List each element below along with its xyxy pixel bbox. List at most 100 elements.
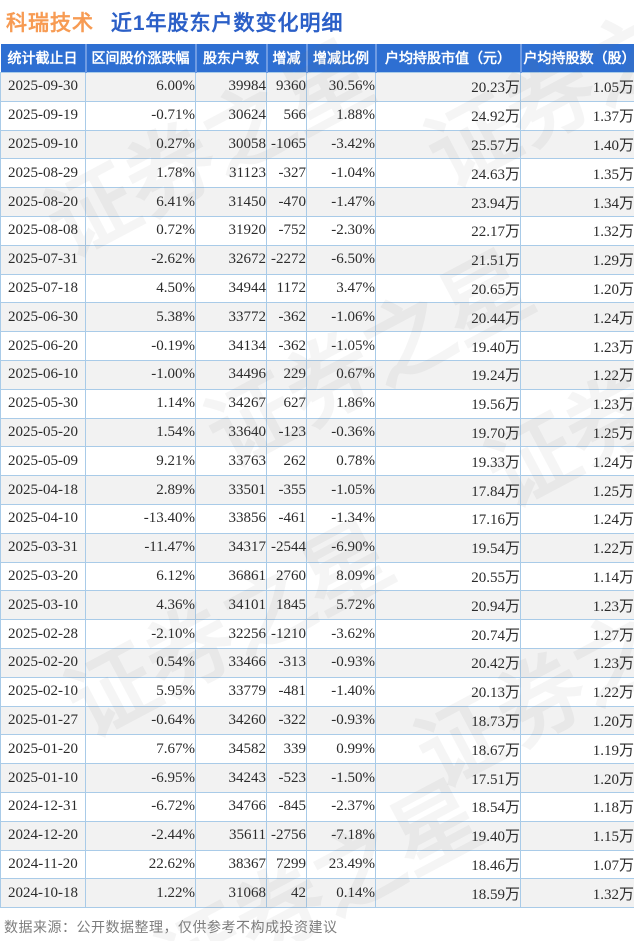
table-row: 2025-02-20 0.54% 33466 -313 -0.93% 20.42万 1.23… <box>0 647 634 678</box>
holders-cell: 33779 <box>195 676 267 707</box>
table-row: 2025-08-29 1.78% 31123 -327 -1.04% 24.63万 1.35… <box>0 158 634 189</box>
avg-shares-cell: 1.25万 <box>520 475 634 505</box>
avg-value-cell: 18.59万 <box>375 878 521 909</box>
table-header: 统计截止日 区间股价涨跌幅 股东户数 增减 增减比例 户均持股市值（元） 户均持股数（股） <box>0 44 634 73</box>
avg-value-cell: 20.44万 <box>375 302 521 333</box>
change-ratio-cell: 30.56% <box>306 72 376 102</box>
change-ratio-cell: 23.49% <box>306 849 376 880</box>
price-change-cell: 1.78% <box>85 158 196 189</box>
avg-value-cell: 18.46万 <box>375 849 521 880</box>
holders-cell: 34317 <box>195 532 267 563</box>
avg-value-cell: 21.51万 <box>375 244 521 275</box>
change-cell: 1845 <box>266 590 307 621</box>
change-ratio-cell: -6.90% <box>306 532 376 563</box>
avg-shares-cell: 1.18万 <box>520 791 634 822</box>
price-change-cell: -1.00% <box>85 359 196 390</box>
avg-shares-cell: 1.34万 <box>520 187 634 217</box>
change-ratio-cell: -2.30% <box>306 215 376 246</box>
change-ratio-cell: -3.62% <box>306 619 376 649</box>
table-row: 2025-09-30 6.00% 39984 9360 30.56% 20.23万 1.05… <box>0 72 634 102</box>
change-ratio-cell: 5.72% <box>306 590 376 621</box>
price-change-cell: -6.95% <box>85 763 196 793</box>
avg-shares-cell: 1.23万 <box>520 331 634 361</box>
avg-shares-cell: 1.20万 <box>520 763 634 793</box>
table-row: 2024-12-31 -6.72% 34766 -845 -2.37% 18.54万 1.1… <box>0 791 634 822</box>
avg-value-cell: 18.67万 <box>375 734 521 765</box>
change-ratio-cell: -2.37% <box>306 791 376 822</box>
holders-cell: 36861 <box>195 561 267 592</box>
page: 证券之星 证券之星 证券之星 证券之星 证券之星 证券之星 证券之星 科瑞技术 … <box>0 0 634 941</box>
date-cell: 2025-07-31 <box>0 244 86 275</box>
change-cell: -327 <box>266 158 307 189</box>
avg-shares-cell: 1.24万 <box>520 446 634 477</box>
table-row: 2025-08-20 6.41% 31450 -470 -1.47% 23.94万 1.34… <box>0 187 634 217</box>
price-change-cell: 22.62% <box>85 849 196 880</box>
change-cell: -1210 <box>266 619 307 649</box>
avg-value-cell: 19.54万 <box>375 532 521 563</box>
price-change-cell: -0.71% <box>85 100 196 131</box>
change-cell: -362 <box>266 331 307 361</box>
avg-value-cell: 19.24万 <box>375 359 521 390</box>
avg-shares-cell: 1.37万 <box>520 100 634 131</box>
change-cell: -2544 <box>266 532 307 563</box>
avg-value-cell: 19.70万 <box>375 417 521 448</box>
change-cell: 262 <box>266 446 307 477</box>
change-ratio-cell: -1.50% <box>306 763 376 793</box>
data-source-note: 数据来源：公开数据整理，仅供参考不构成投资建议 <box>4 919 338 936</box>
date-cell: 2025-03-31 <box>0 532 86 563</box>
holders-cell: 34496 <box>195 359 267 390</box>
price-change-cell: 6.00% <box>85 72 196 102</box>
avg-shares-cell: 1.24万 <box>520 503 634 534</box>
price-change-cell: 6.41% <box>85 187 196 217</box>
price-change-cell: 4.50% <box>85 273 196 304</box>
table-row: 2025-02-28 -2.10% 32256 -1210 -3.62% 20.74万 1.… <box>0 619 634 649</box>
avg-value-cell: 20.23万 <box>375 72 521 102</box>
price-change-cell: -11.47% <box>85 532 196 563</box>
change-cell: -523 <box>266 763 307 793</box>
date-cell: 2024-12-31 <box>0 791 86 822</box>
avg-value-cell: 20.74万 <box>375 619 521 649</box>
avg-value-cell: 20.55万 <box>375 561 521 592</box>
change-cell: -355 <box>266 475 307 505</box>
table-row: 2025-02-10 5.95% 33779 -481 -1.40% 20.13万 1.22… <box>0 676 634 707</box>
avg-shares-cell: 1.27万 <box>520 619 634 649</box>
holders-cell: 34101 <box>195 590 267 621</box>
avg-shares-cell: 1.25万 <box>520 417 634 448</box>
date-cell: 2025-01-27 <box>0 705 86 736</box>
avg-shares-cell: 1.20万 <box>520 705 634 736</box>
avg-value-cell: 17.16万 <box>375 503 521 534</box>
column-header: 区间股价涨跌幅 <box>85 44 197 73</box>
change-cell: -123 <box>266 417 307 448</box>
avg-value-cell: 24.92万 <box>375 100 521 131</box>
holders-cell: 33856 <box>195 503 267 534</box>
date-cell: 2025-06-10 <box>0 359 86 390</box>
table-row: 2025-03-10 4.36% 34101 1845 5.72% 20.94万 1.23万 <box>0 590 634 621</box>
change-cell: -470 <box>266 187 307 217</box>
avg-shares-cell: 1.07万 <box>520 849 634 880</box>
change-cell: 2760 <box>266 561 307 592</box>
change-cell: -752 <box>266 215 307 246</box>
holders-cell: 34260 <box>195 705 267 736</box>
column-header: 统计截止日 <box>0 44 87 73</box>
price-change-cell: -0.19% <box>85 331 196 361</box>
price-change-cell: 4.36% <box>85 590 196 621</box>
avg-shares-cell: 1.22万 <box>520 359 634 390</box>
avg-value-cell: 24.63万 <box>375 158 521 189</box>
avg-shares-cell: 1.32万 <box>520 215 634 246</box>
change-ratio-cell: 0.14% <box>306 878 376 909</box>
table-row: 2025-05-20 1.54% 33640 -123 -0.36% 19.70万 1.25… <box>0 417 634 448</box>
date-cell: 2025-09-30 <box>0 72 86 102</box>
table-row: 2025-03-20 6.12% 36861 2760 8.09% 20.55万 1.14万 <box>0 561 634 592</box>
holders-cell: 39984 <box>195 72 267 102</box>
table-row: 2025-01-20 7.67% 34582 339 0.99% 18.67万 1.19万 <box>0 734 634 765</box>
change-cell: 7299 <box>266 849 307 880</box>
change-ratio-cell: -1.05% <box>306 475 376 505</box>
date-cell: 2025-04-18 <box>0 475 86 505</box>
change-ratio-cell: 1.88% <box>306 100 376 131</box>
page-title: 科瑞技术 近1年股东户数变化明细 <box>0 0 634 43</box>
change-cell: 9360 <box>266 72 307 102</box>
change-ratio-cell: 1.86% <box>306 388 376 419</box>
table-row: 2025-05-30 1.14% 34267 627 1.86% 19.56万 1.23万 <box>0 388 634 419</box>
avg-value-cell: 19.56万 <box>375 388 521 419</box>
table-row: 2024-10-18 1.22% 31068 42 0.14% 18.59万 1.32万 <box>0 878 634 909</box>
